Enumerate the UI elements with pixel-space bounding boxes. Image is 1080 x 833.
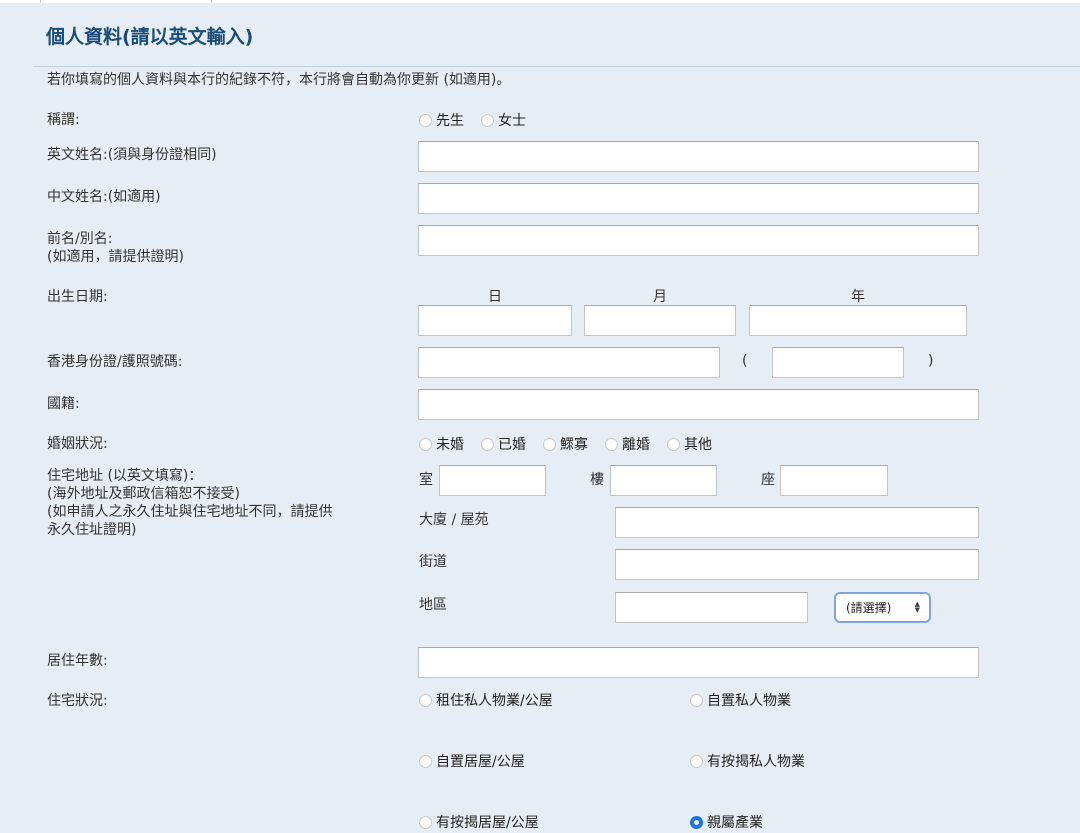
block-label: 座 [761, 472, 775, 488]
radio-icon[interactable] [690, 754, 703, 768]
radio-icon[interactable] [690, 693, 703, 707]
floor-input[interactable] [610, 465, 717, 496]
street-input[interactable] [615, 549, 979, 580]
floor-label: 樓 [590, 472, 604, 488]
marital-option-divorced[interactable]: 離婚 [605, 434, 650, 454]
chinese-name-label: 中文姓名:(如適用) [47, 189, 161, 205]
block-input[interactable] [780, 465, 888, 496]
top-tab [40, 0, 212, 3]
housing-option-owned-hos[interactable]: 自置居屋/公屋 [419, 751, 525, 771]
alias-label: 前名/別名: (如適用，請提供證明) [47, 231, 184, 265]
radio-icon[interactable] [481, 113, 494, 127]
id-check-digit-input[interactable] [772, 347, 904, 378]
marital-option-widowed[interactable]: 鰥寡 [543, 434, 588, 454]
section-title: 個人資料(請以英文輸入) [46, 26, 254, 48]
radio-icon[interactable] [481, 437, 494, 451]
district-label: 地區 [419, 597, 447, 613]
district-select[interactable]: (請選擇) ▲ ▼ [834, 592, 931, 623]
dob-month-label: 月 [653, 289, 667, 305]
marital-option-single[interactable]: 未婚 [419, 434, 464, 454]
dob-day-input[interactable] [418, 305, 572, 336]
id-check-open: ( [742, 353, 748, 369]
radio-icon[interactable] [419, 815, 432, 829]
housing-option-owned-private[interactable]: 自置私人物業 [690, 690, 791, 710]
nationality-input[interactable] [418, 389, 979, 420]
dob-year-input[interactable] [749, 305, 967, 336]
housing-label: 住宅狀況: [47, 693, 108, 709]
housing-option-relative[interactable]: 親屬產業 [690, 812, 763, 832]
id-label: 香港身份證/護照號碼: [47, 354, 183, 370]
update-notice: 若你填寫的個人資料與本行的紀錄不符，本行將會自動為你更新 (如適用)。 [47, 72, 511, 88]
marital-option-other[interactable]: 其他 [667, 434, 712, 454]
select-arrows-icon: ▲ ▼ [914, 600, 920, 614]
building-input[interactable] [615, 507, 979, 538]
housing-option-mortgage-hos[interactable]: 有按揭居屋/公屋 [419, 812, 539, 832]
marital-option-married[interactable]: 已婚 [481, 434, 526, 454]
housing-option-rented[interactable]: 租住私人物業/公屋 [419, 690, 553, 710]
radio-icon[interactable] [543, 437, 556, 451]
english-name-input[interactable] [418, 141, 979, 172]
street-label: 街道 [419, 554, 447, 570]
radio-icon[interactable] [419, 437, 432, 451]
building-label: 大廈 / 屋苑 [419, 512, 489, 528]
district-input[interactable] [615, 592, 808, 623]
dob-label: 出生日期: [47, 289, 108, 305]
radio-icon[interactable] [419, 113, 432, 127]
dob-year-label: 年 [851, 289, 865, 305]
housing-option-mortgage-private[interactable]: 有按揭私人物業 [690, 751, 805, 771]
nationality-label: 國籍: [47, 396, 80, 412]
room-label: 室 [419, 472, 433, 488]
radio-icon[interactable] [667, 437, 680, 451]
radio-selected-icon[interactable] [690, 815, 703, 829]
radio-icon[interactable] [605, 437, 618, 451]
years-label: 居住年數: [47, 653, 108, 669]
room-input[interactable] [439, 465, 546, 496]
alias-input[interactable] [418, 225, 979, 256]
top-tab-strip [0, 0, 1080, 3]
chinese-name-input[interactable] [418, 183, 979, 214]
years-input[interactable] [418, 647, 979, 678]
english-name-label: 英文姓名:(須與身份證相同) [47, 147, 217, 163]
id-check-close: ) [928, 353, 934, 369]
dob-month-input[interactable] [584, 305, 736, 336]
radio-icon[interactable] [419, 754, 432, 768]
address-label: 住宅地址 (以英文填寫)： (海外地址及郵政信箱恕不接受) (如申請人之永久住址… [47, 468, 333, 538]
radio-icon[interactable] [419, 693, 432, 707]
title-label: 稱謂: [47, 112, 80, 128]
dob-day-label: 日 [488, 289, 502, 305]
marital-label: 婚姻狀況: [47, 436, 108, 452]
title-option-ms[interactable]: 女士 [481, 110, 526, 130]
id-number-input[interactable] [418, 347, 720, 378]
section-divider [33, 66, 1080, 67]
title-option-mr[interactable]: 先生 [419, 110, 464, 130]
